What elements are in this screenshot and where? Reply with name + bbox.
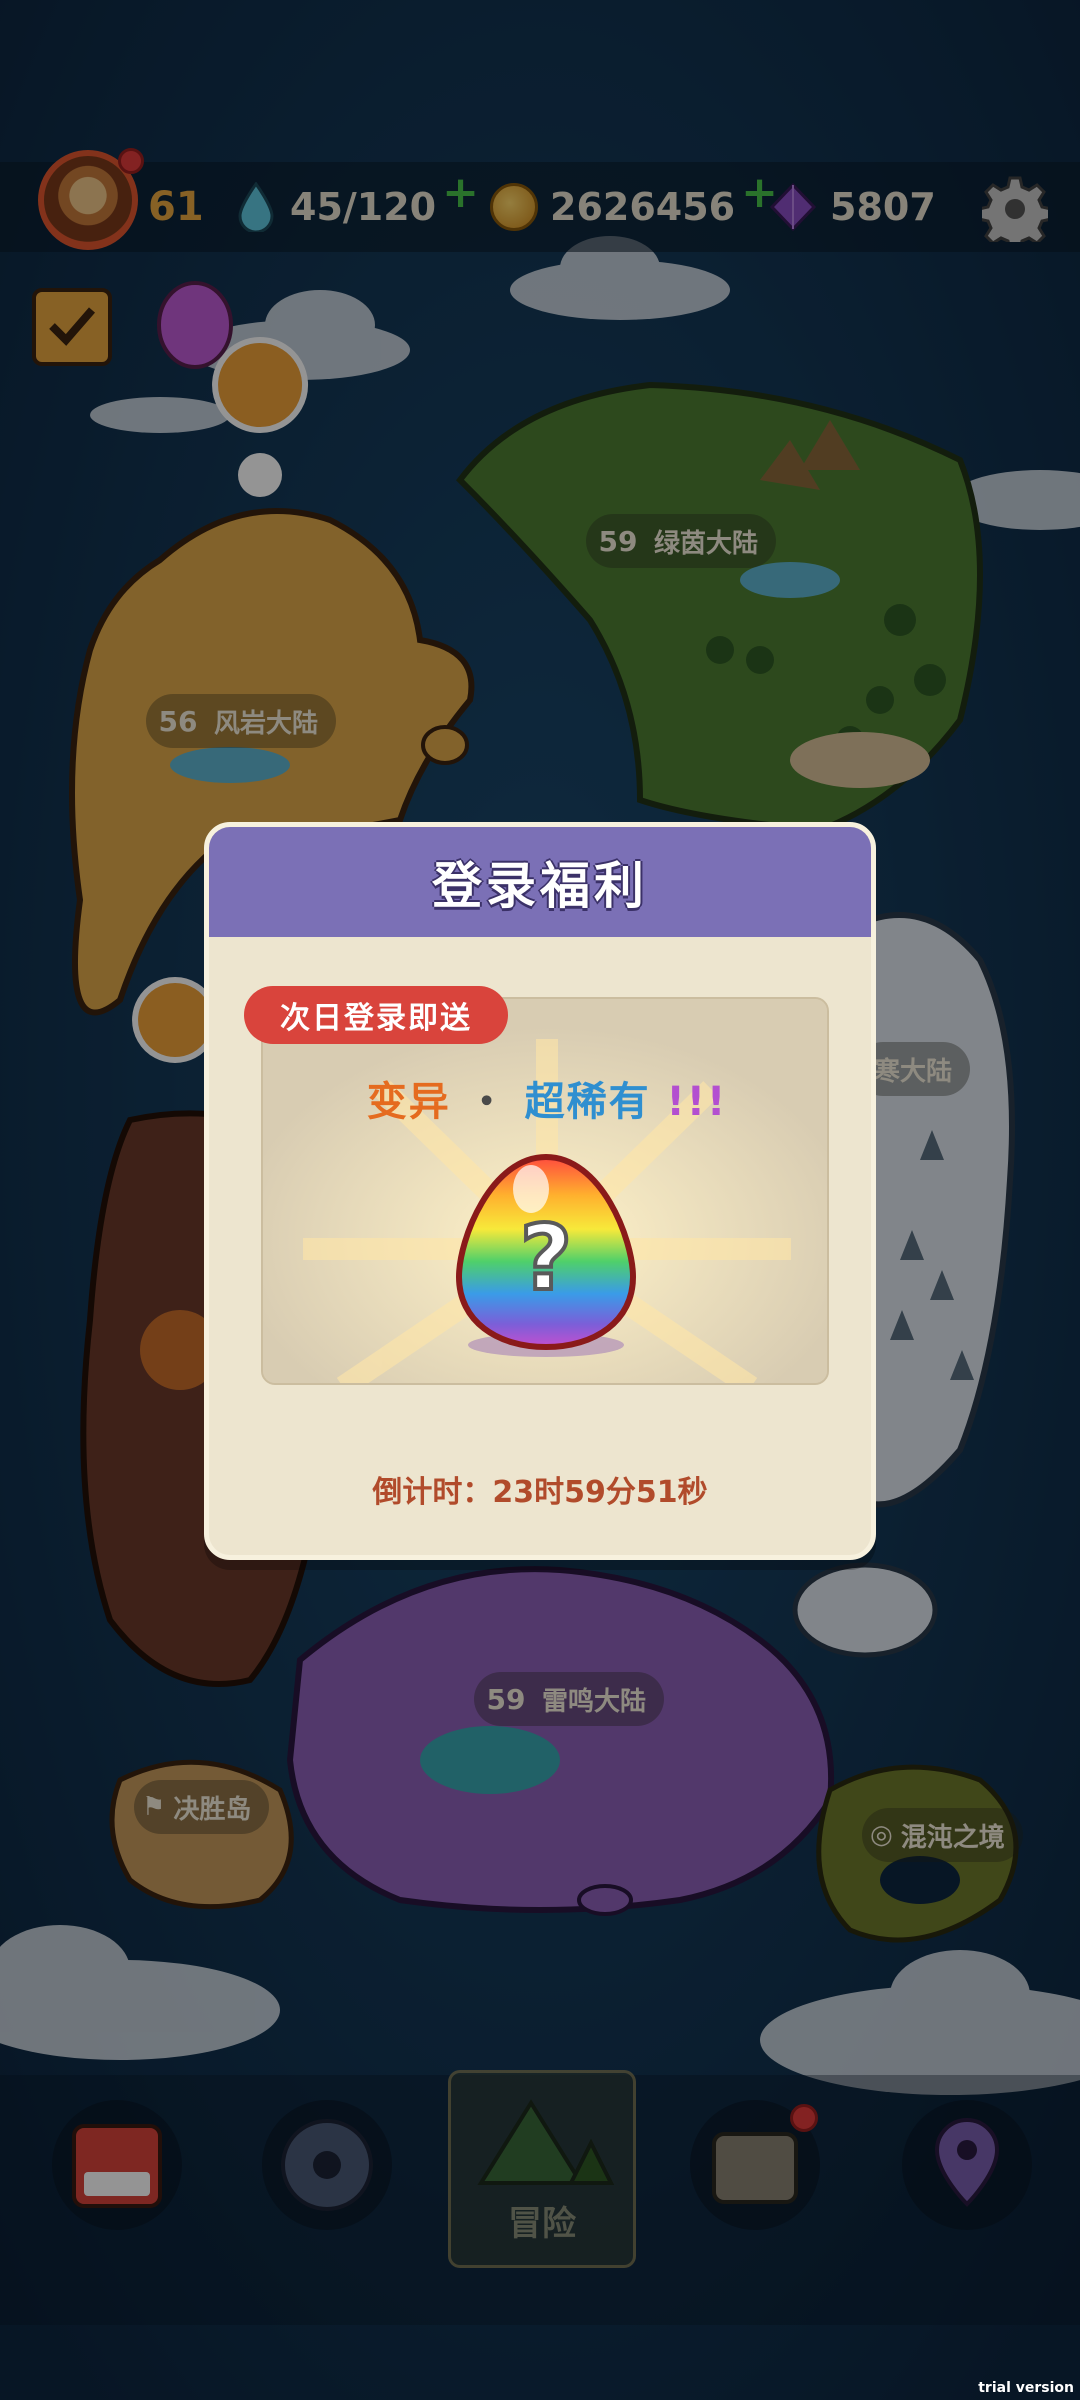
rarity-mutation: 变异 bbox=[366, 1079, 451, 1125]
watermark: trial version bbox=[978, 2380, 1074, 2396]
reward-card[interactable]: 变异 ・ 超稀有 !!! ? bbox=[261, 997, 829, 1385]
rarity-text: 变异 ・ 超稀有 !!! bbox=[263, 1069, 827, 1127]
login-reward-modal: 登录福利 变异 ・ 超稀有 !!! ? 倒计时：23时59分51秒 bbox=[204, 822, 876, 1560]
rarity-super-rare: 超稀有 bbox=[524, 1079, 651, 1125]
svg-text:?: ? bbox=[520, 1206, 572, 1311]
rarity-exclaim: !!! bbox=[666, 1079, 728, 1125]
modal-title: 登录福利 bbox=[432, 857, 648, 915]
next-day-login-badge: 次日登录即送 bbox=[244, 986, 508, 1044]
modal-header: 登录福利 bbox=[209, 827, 871, 937]
rainbow-mystery-egg-icon: ? bbox=[455, 1153, 637, 1357]
rarity-dot: ・ bbox=[466, 1079, 509, 1125]
countdown-timer: 倒计时：23时59分51秒 bbox=[372, 1475, 708, 1510]
